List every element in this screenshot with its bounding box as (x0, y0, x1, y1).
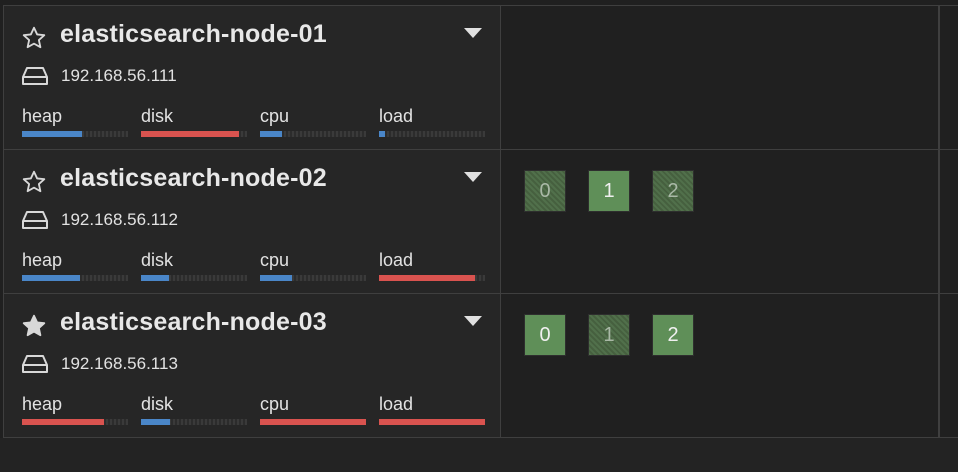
node-cell: elasticsearch-node-03 192.168.56.113 hea… (3, 294, 501, 437)
star-filled-icon[interactable] (21, 313, 47, 339)
metric-disk: disk (141, 394, 247, 425)
shard-0[interactable]: 0 (524, 170, 566, 212)
node-ip-address: 192.168.56.112 (61, 210, 178, 229)
metric-bar (379, 131, 485, 137)
metric-load: load (379, 250, 485, 281)
metric-label: disk (141, 250, 174, 270)
metric-bar-fill (141, 131, 239, 137)
star-outline-icon[interactable] (21, 25, 47, 51)
metric-heap: heap (22, 106, 128, 137)
node-row-1: elasticsearch-node-01 192.168.56.111 hea… (3, 6, 958, 150)
metric-label: cpu (260, 250, 290, 270)
metric-label: cpu (260, 106, 290, 126)
metric-bar-fill (379, 131, 385, 137)
hard-drive-icon (22, 354, 48, 374)
metric-label: load (379, 106, 414, 126)
node-cell: elasticsearch-node-02 192.168.56.112 hea… (3, 150, 501, 293)
metric-bar-fill (22, 131, 82, 137)
table-footer (0, 438, 958, 472)
metric-label: load (379, 250, 414, 270)
metric-label: cpu (260, 394, 290, 414)
metric-label: load (379, 394, 414, 414)
metric-bar-fill (379, 419, 485, 425)
metric-label: heap (22, 394, 63, 414)
metric-bar (22, 131, 128, 137)
metric-disk: disk (141, 106, 247, 137)
metric-bar (379, 419, 485, 425)
shard-cell: 012 (502, 294, 940, 437)
metric-bar (260, 419, 366, 425)
metric-bar (141, 275, 247, 281)
metric-bar (141, 131, 247, 137)
metric-bar-fill (22, 275, 80, 281)
node-name[interactable]: elasticsearch-node-03 (60, 308, 327, 337)
metric-bar-fill (260, 419, 366, 425)
hard-drive-icon (22, 66, 48, 86)
node-ip-address: 192.168.56.113 (61, 354, 178, 373)
metric-cpu: cpu (260, 106, 366, 137)
shard-2[interactable]: 2 (652, 314, 694, 356)
star-outline-icon[interactable] (21, 169, 47, 195)
metric-bar-fill (141, 419, 170, 425)
metric-bar (260, 275, 366, 281)
metric-bar (379, 275, 485, 281)
metric-disk: disk (141, 250, 247, 281)
node-row-3: elasticsearch-node-03 192.168.56.113 hea… (3, 294, 958, 438)
metric-bar-fill (379, 275, 475, 281)
metric-load: load (379, 394, 485, 425)
metric-label: disk (141, 106, 174, 126)
chevron-down-icon[interactable] (464, 172, 482, 182)
metric-label: heap (22, 250, 63, 270)
chevron-down-icon[interactable] (464, 28, 482, 38)
chevron-down-icon[interactable] (464, 316, 482, 326)
metric-bar-fill (260, 275, 292, 281)
cluster-overview: elasticsearch-node-01 192.168.56.111 hea… (0, 0, 958, 472)
metric-heap: heap (22, 250, 128, 281)
metric-bar-fill (141, 275, 169, 281)
node-cell: elasticsearch-node-01 192.168.56.111 hea… (3, 6, 501, 149)
node-name[interactable]: elasticsearch-node-01 (60, 20, 327, 49)
shard-cell: 012 (502, 150, 940, 293)
node-name[interactable]: elasticsearch-node-02 (60, 164, 327, 193)
metric-bar (22, 275, 128, 281)
nodes-table: elasticsearch-node-01 192.168.56.111 hea… (3, 5, 958, 439)
hard-drive-icon (22, 210, 48, 230)
metric-bar-fill (22, 419, 104, 425)
shard-1[interactable]: 1 (588, 170, 630, 212)
metric-heap: heap (22, 394, 128, 425)
column-divider (938, 5, 939, 438)
metric-cpu: cpu (260, 394, 366, 425)
metric-bar-fill (260, 131, 282, 137)
node-ip-address: 192.168.56.111 (61, 66, 177, 85)
metric-label: disk (141, 394, 174, 414)
shard-1[interactable]: 1 (588, 314, 630, 356)
shard-2[interactable]: 2 (652, 170, 694, 212)
metric-bar (260, 131, 366, 137)
metric-load: load (379, 106, 485, 137)
metric-cpu: cpu (260, 250, 366, 281)
metric-bar (141, 419, 247, 425)
metric-bar (22, 419, 128, 425)
metric-label: heap (22, 106, 63, 126)
shard-cell (502, 6, 940, 149)
shard-0[interactable]: 0 (524, 314, 566, 356)
node-row-2: elasticsearch-node-02 192.168.56.112 hea… (3, 150, 958, 294)
